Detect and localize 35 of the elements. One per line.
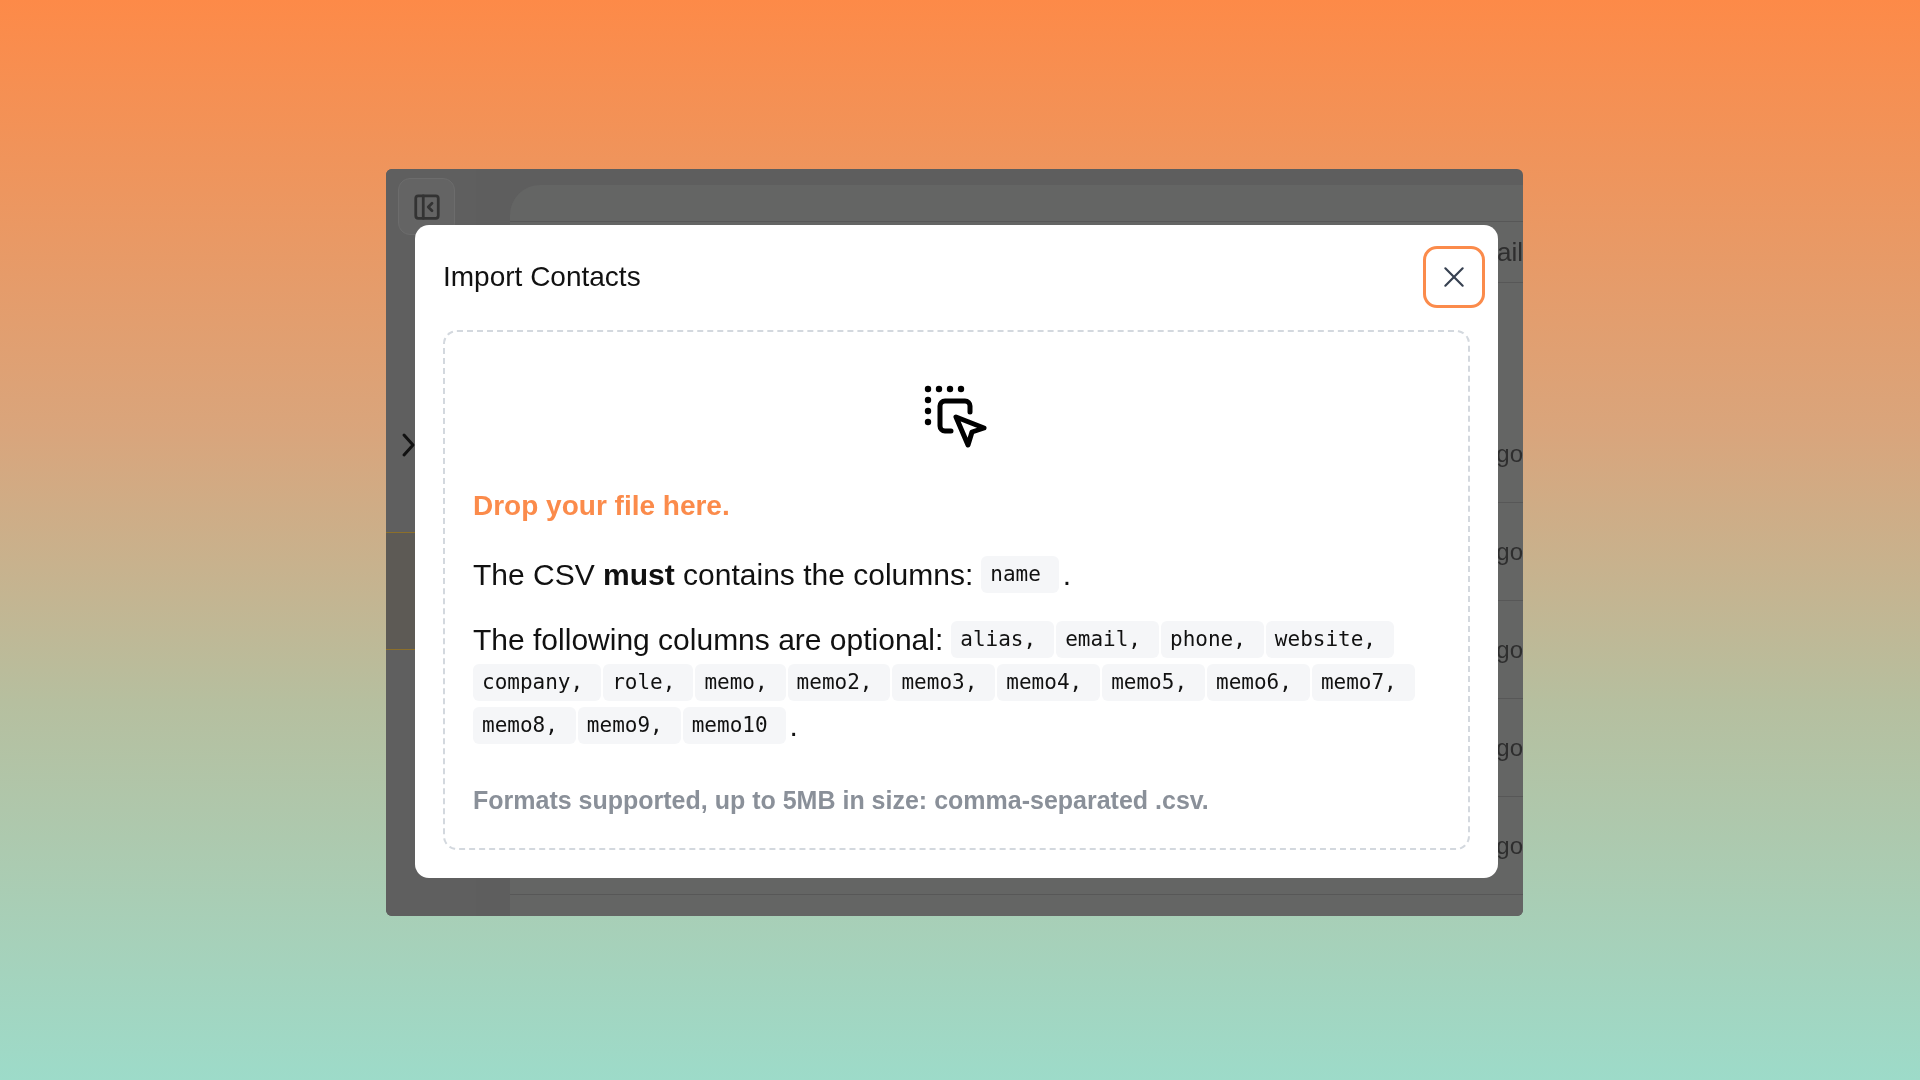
column-name: name	[981, 556, 1059, 593]
optional-columns-text: The following columns are optional:	[473, 621, 944, 658]
column-name: memo7,	[1311, 664, 1415, 701]
column-name: memo8,	[473, 707, 576, 744]
formats-note: Formats supported, up to 5MB in size: comma-separated .csv.	[473, 786, 1210, 815]
dialog-title: Import Contacts	[443, 261, 641, 293]
column-name: memo2,	[787, 664, 891, 701]
column-name: memo6,	[1207, 664, 1310, 701]
close-icon	[1441, 264, 1467, 290]
column-name: alias,	[951, 621, 1055, 658]
column-name: memo4,	[997, 664, 1101, 701]
drop-prompt: Drop your file here.	[473, 490, 731, 522]
column-name: role,	[603, 664, 694, 701]
column-name: memo3,	[892, 664, 996, 701]
sidebar-collapse-icon	[411, 191, 442, 222]
table-cell: go	[1496, 537, 1523, 566]
chevron-right-icon[interactable]	[400, 431, 416, 459]
column-name: website,	[1265, 621, 1394, 658]
table-cell: go	[1496, 831, 1523, 860]
column-name: memo5,	[1102, 664, 1206, 701]
required-columns-text: The CSV must contains the columns:	[473, 556, 974, 593]
sentence-end: .	[1062, 556, 1072, 593]
column-name: memo,	[695, 664, 786, 701]
table-cell: go	[1496, 439, 1523, 468]
sentence-end: .	[789, 707, 798, 744]
column-name: memo9,	[577, 707, 681, 744]
column-name: email,	[1056, 621, 1159, 658]
column-name: memo10	[682, 707, 786, 744]
drop-zone[interactable]	[443, 330, 1470, 850]
table-cell: go	[1496, 635, 1523, 664]
table-cell: go	[1496, 733, 1523, 762]
close-button[interactable]	[1423, 246, 1485, 308]
column-name: phone,	[1161, 621, 1264, 658]
column-name: company,	[473, 664, 602, 701]
column-header: ail	[1497, 236, 1523, 268]
